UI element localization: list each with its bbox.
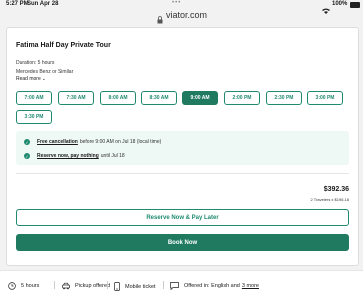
tour-vehicle: Mercedes Benz or Similar (16, 69, 74, 75)
feature-language: Offered in: English and 3 more (170, 282, 259, 290)
feature-pickup: Pickup offered (62, 282, 110, 290)
time-slot-800am[interactable]: 8:00 AM (100, 91, 136, 105)
time-slot-330pm[interactable]: 3:30 PM (16, 110, 52, 124)
time-slot-200pm[interactable]: 2:00 PM (224, 91, 260, 105)
chat-bubble-icon (170, 282, 179, 290)
reserve-now-text: until Jul 18 (100, 153, 125, 159)
read-more-label: Read more (16, 76, 41, 82)
check-circle-icon: ✓ (24, 139, 30, 145)
time-slot-300pm[interactable]: 3:00 PM (307, 91, 343, 105)
free-cancellation-link[interactable]: Free cancellation (37, 139, 78, 145)
time-slot-830am[interactable]: 8:30 AM (141, 91, 177, 105)
feature-ticket: Mobile ticket (114, 282, 156, 291)
time-slot-900am-selected[interactable]: 9:00 AM (182, 91, 218, 105)
feature-divider (163, 281, 164, 289)
reserve-now-row: ✓ Reserve now, pay nothing until Jul 18 (24, 153, 125, 159)
price-breakdown: 2 Travelers x $196.18 (310, 197, 349, 202)
features-strip: 5 hours Pickup offered Mobile ticket Off… (0, 270, 363, 301)
multitask-dots-icon[interactable]: ••• (172, 0, 181, 6)
chevron-down-icon: ⌄ (41, 76, 46, 82)
reserve-now-link[interactable]: Reserve now, pay nothing (37, 153, 99, 159)
time-slot-700am[interactable]: 7:00 AM (16, 91, 52, 105)
feature-ticket-label: Mobile ticket (125, 283, 156, 290)
feature-duration: 5 hours (8, 282, 39, 290)
more-languages-link[interactable]: 3 more (242, 283, 259, 289)
free-cancellation-row: ✓ Free cancellation before 9:00 AM on Ju… (24, 139, 161, 145)
feature-divider (54, 281, 55, 289)
time-slot-230pm[interactable]: 2:30 PM (266, 91, 302, 105)
policy-box: ✓ Free cancellation before 9:00 AM on Ju… (16, 131, 349, 165)
check-circle-icon: ✓ (24, 153, 30, 159)
feature-pickup-label: Pickup offered (75, 283, 111, 289)
url-text[interactable]: viator.com (166, 10, 207, 20)
car-icon (62, 282, 70, 290)
time-slot-730am[interactable]: 7:30 AM (58, 91, 94, 105)
feature-divider (107, 281, 108, 289)
url-bar[interactable]: viator.com (0, 7, 363, 25)
divider (16, 173, 349, 174)
clock-icon (8, 282, 16, 290)
tour-title: Fatima Half Day Private Tour (16, 42, 111, 49)
total-price: $392.36 (323, 186, 349, 193)
tour-duration: Duration: 5 hours (16, 60, 55, 66)
free-cancellation-text: before 9:00 AM on Jul 18 (local time) (79, 139, 162, 145)
reserve-now-pay-later-button[interactable]: Reserve Now & Pay Later (16, 209, 349, 226)
mobile-phone-icon (114, 282, 120, 291)
book-now-button[interactable]: Book Now (16, 234, 349, 251)
feature-language-label: Offered in: English and (184, 283, 240, 289)
feature-duration-label: 5 hours (21, 283, 40, 289)
booking-card: Fatima Half Day Private Tour Duration: 5… (6, 27, 359, 266)
read-more-link[interactable]: Read more⌄ (16, 76, 46, 82)
